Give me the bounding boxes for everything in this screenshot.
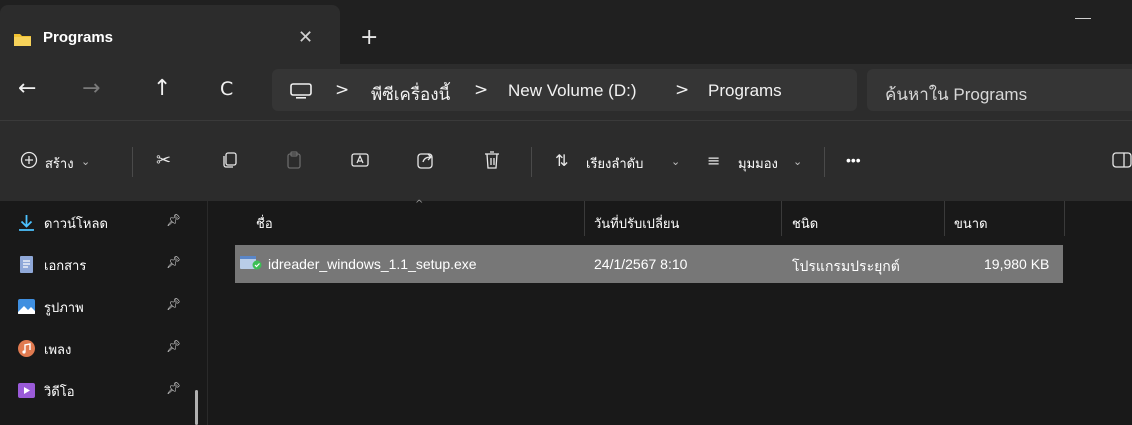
share-icon[interactable] <box>417 151 435 169</box>
pin-icon[interactable]: 📌︎ <box>166 381 181 395</box>
column-header-date[interactable]: วันที่ปรับเปลี่ยน <box>594 213 679 234</box>
chevron-down-icon[interactable]: ⌄ <box>81 155 90 168</box>
sort-icon[interactable]: ⇅ <box>555 151 568 170</box>
new-plus-icon[interactable] <box>20 151 38 169</box>
file-date: 24/1/2567 8:10 <box>594 256 688 272</box>
column-header-name[interactable]: ชื่อ <box>256 213 273 234</box>
breadcrumb-separator: > <box>675 80 690 100</box>
pin-icon[interactable]: 📌︎ <box>166 213 181 227</box>
exe-file-icon <box>240 256 262 270</box>
column-header-size[interactable]: ขนาด <box>954 213 988 234</box>
view-button-label[interactable]: มุมมอง <box>738 153 778 174</box>
search-input[interactable]: ค้นหาใน Programs <box>885 81 1027 108</box>
sidebar-item-label: รูปภาพ <box>44 300 84 315</box>
new-tab-icon[interactable]: + <box>360 25 378 50</box>
toolbar-divider <box>132 147 133 177</box>
pin-icon[interactable]: 📌︎ <box>166 297 181 311</box>
up-arrow-icon[interactable]: ↑ <box>153 76 171 101</box>
sidebar-item-label: วิดีโอ <box>44 384 75 399</box>
details-pane-icon[interactable] <box>1112 152 1132 168</box>
chevron-down-icon[interactable]: ⌄ <box>671 155 680 168</box>
computer-icon[interactable] <box>290 83 312 99</box>
sidebar-item-label: เพลง <box>44 342 72 357</box>
chevron-down-icon[interactable]: ⌄ <box>793 155 802 168</box>
back-arrow-icon[interactable]: ← <box>18 76 36 101</box>
breadcrumb-separator: > <box>474 80 489 100</box>
forward-arrow-icon[interactable]: → <box>82 76 100 101</box>
tab-title: Programs <box>43 29 114 46</box>
delete-icon[interactable] <box>483 150 501 170</box>
pin-icon[interactable]: 📌︎ <box>166 339 181 353</box>
sidebar-item-documents[interactable]: เอกสาร 📌︎ <box>18 246 188 284</box>
paste-icon[interactable] <box>286 151 302 169</box>
sort-button-label[interactable]: เรียงลำดับ <box>586 153 643 174</box>
copy-icon[interactable] <box>221 151 239 169</box>
music-icon <box>18 340 35 357</box>
refresh-icon[interactable]: C <box>220 78 233 100</box>
pin-icon[interactable]: 📌︎ <box>166 255 181 269</box>
cut-icon[interactable]: ✂ <box>156 150 171 171</box>
file-size: 19,980 KB <box>984 256 1050 272</box>
more-options-icon[interactable]: ••• <box>846 152 861 168</box>
sidebar-item-videos[interactable]: วิดีโอ 📌︎ <box>18 372 188 410</box>
pane-divider[interactable] <box>207 201 208 425</box>
pictures-icon <box>18 299 35 314</box>
breadcrumb-separator: > <box>335 80 350 100</box>
document-icon <box>20 256 33 273</box>
close-tab-icon[interactable]: ✕ <box>298 27 313 48</box>
download-icon <box>19 215 34 231</box>
file-name[interactable]: idreader_windows_1.1_setup.exe <box>268 256 477 272</box>
new-button-label[interactable]: สร้าง <box>45 153 74 174</box>
minimize-button[interactable] <box>1075 18 1091 19</box>
sidebar-item-downloads[interactable]: ดาวน์โหลด 📌︎ <box>18 204 188 242</box>
breadcrumb-new-volume[interactable]: New Volume (D:) <box>508 81 636 101</box>
toolbar-divider <box>531 147 532 177</box>
folder-icon <box>14 34 31 46</box>
sort-caret-icon: ^ <box>415 199 424 210</box>
breadcrumb-programs[interactable]: Programs <box>708 81 782 101</box>
sidebar-scrollbar[interactable] <box>195 390 198 425</box>
column-separator[interactable] <box>944 201 945 236</box>
sidebar-item-music[interactable]: เพลง 📌︎ <box>18 330 188 368</box>
view-lines-icon[interactable]: ≡ <box>707 151 720 170</box>
column-separator[interactable] <box>584 201 585 236</box>
file-type: โปรแกรมประยุกต์ <box>792 258 900 274</box>
sidebar-item-label: ดาวน์โหลด <box>44 216 108 231</box>
breadcrumb-this-pc[interactable]: พีซีเครื่องนี้ <box>371 81 450 108</box>
toolbar-divider <box>824 147 825 177</box>
sidebar-item-label: เอกสาร <box>44 258 87 273</box>
video-icon <box>18 383 35 398</box>
column-separator[interactable] <box>1064 201 1065 236</box>
sidebar-item-pictures[interactable]: รูปภาพ 📌︎ <box>18 288 188 326</box>
column-separator[interactable] <box>781 201 782 236</box>
rename-icon[interactable] <box>351 151 371 169</box>
column-header-type[interactable]: ชนิด <box>792 213 818 234</box>
